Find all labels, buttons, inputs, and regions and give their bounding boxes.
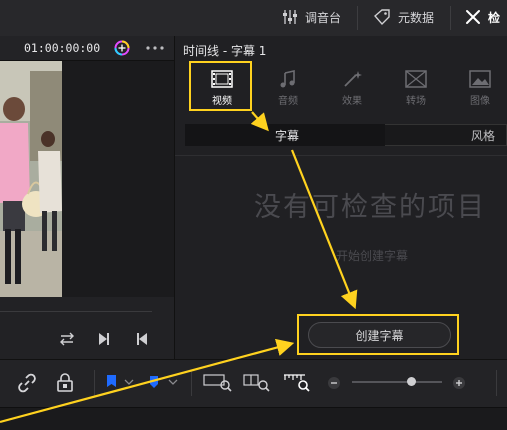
- tab-effects[interactable]: 效果: [322, 70, 382, 107]
- zoom-out-icon[interactable]: [327, 376, 341, 390]
- inspector-label: 检: [488, 10, 501, 25]
- toolbar-divider: [496, 370, 497, 396]
- music-note-icon: [280, 70, 295, 88]
- tab-audio[interactable]: 音频: [258, 70, 318, 107]
- tab-image[interactable]: 图像: [450, 70, 507, 107]
- flag-icon[interactable]: [104, 374, 138, 390]
- empty-state-hint: 开始创建字幕: [336, 249, 409, 263]
- zoom-custom-icon[interactable]: [283, 372, 313, 392]
- zoom-slider-track[interactable]: [352, 381, 442, 383]
- next-frame-icon[interactable]: [97, 332, 111, 346]
- zoom-slider-handle[interactable]: [407, 377, 416, 386]
- toolbar-divider: [191, 370, 192, 396]
- tab-label: 转场: [406, 96, 426, 107]
- create-subtitle-button[interactable]: 创建字幕: [308, 322, 451, 348]
- zoom-full-icon[interactable]: [203, 372, 233, 392]
- lock-icon[interactable]: [55, 373, 75, 393]
- loop-icon[interactable]: [57, 331, 77, 347]
- subtab-style-label[interactable]: 风格: [471, 127, 495, 144]
- magic-wand-icon: [344, 71, 362, 87]
- tab-label: 音频: [278, 96, 298, 107]
- timecode-display: 01:00:00:00: [24, 41, 101, 55]
- inspector-title: 时间线 - 字幕 1: [183, 44, 267, 58]
- mixer-label: 调音台: [305, 10, 342, 25]
- video-frame: [0, 61, 62, 297]
- highlight-box: [189, 61, 252, 111]
- tab-label: 图像: [470, 96, 490, 107]
- link-icon[interactable]: [17, 373, 37, 393]
- viewer-background: [62, 61, 174, 297]
- divider: [175, 155, 507, 156]
- create-subtitle-label: 创建字幕: [355, 328, 404, 343]
- marker-icon[interactable]: [146, 374, 182, 390]
- metadata-button[interactable]: 元数据: [372, 8, 434, 26]
- image-icon: [469, 70, 491, 88]
- empty-state-title: 没有可检查的项目: [254, 192, 486, 223]
- transition-icon: [405, 70, 427, 88]
- tools-icon: [466, 10, 480, 24]
- timeline-ruler: [0, 407, 507, 430]
- tab-label: 效果: [342, 96, 362, 107]
- color-wheel-icon[interactable]: [113, 39, 131, 57]
- inspector-button[interactable]: 检: [464, 8, 500, 26]
- toolbar-divider: [357, 6, 358, 30]
- metadata-label: 元数据: [398, 10, 435, 25]
- zoom-detail-icon[interactable]: [243, 372, 273, 392]
- toolbar-divider: [450, 6, 451, 30]
- tab-transition[interactable]: 转场: [386, 70, 446, 107]
- subtab-subtitle-label[interactable]: 字幕: [275, 127, 299, 144]
- transport-bar: [0, 297, 174, 359]
- more-options-icon[interactable]: [145, 44, 165, 52]
- zoom-in-icon[interactable]: [452, 376, 466, 390]
- tag-icon: [374, 9, 390, 26]
- mixer-icon: [283, 10, 297, 24]
- scrub-bar[interactable]: [0, 311, 152, 312]
- last-frame-icon[interactable]: [135, 332, 149, 346]
- mixer-button[interactable]: 调音台: [281, 8, 341, 26]
- toolbar-divider: [94, 370, 95, 396]
